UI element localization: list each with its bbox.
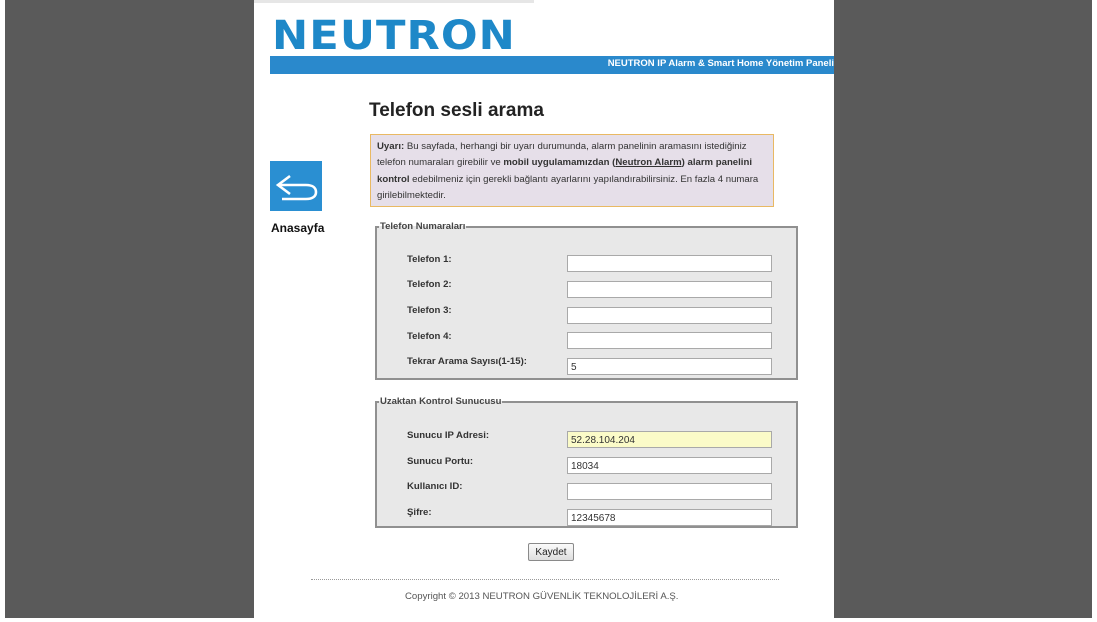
warning-box: Uyarı: Bu sayfada, herhangi bir uyarı du…	[370, 134, 774, 207]
password-label: Şifre:	[407, 507, 432, 518]
server-ip-label: Sunucu IP Adresi:	[407, 430, 490, 441]
user-id-input[interactable]	[567, 483, 772, 500]
phone-1-label: Telefon 1:	[407, 254, 452, 265]
save-button[interactable]: Kaydet	[528, 543, 574, 561]
header-banner: NEUTRON IP Alarm & Smart Home Yönetim Pa…	[270, 56, 834, 74]
phone-numbers-legend: Telefon Numaraları	[380, 221, 466, 232]
phone-numbers-fieldset: Telefon Numaraları Telefon 1: Telefon 2:…	[375, 221, 798, 380]
right-background-panel	[834, 0, 1092, 618]
remote-server-legend: Uzaktan Kontrol Sunucusu	[380, 396, 502, 407]
home-link-label[interactable]: Anasayfa	[271, 221, 324, 235]
phone-2-label: Telefon 2:	[407, 279, 452, 290]
redial-count-label: Tekrar Arama Sayısı(1-15):	[407, 356, 527, 367]
left-background-panel	[5, 0, 254, 618]
warning-label: Uyarı:	[377, 141, 405, 152]
warning-text-2: edebilmeniz için gerekli bağlantı ayarla…	[377, 173, 759, 202]
bottom-strip	[0, 618, 1097, 622]
page-container: NEUTRON NEUTRON IP Alarm & Smart Home Yö…	[254, 0, 834, 618]
return-arrow-icon[interactable]	[270, 161, 322, 211]
phone-4-label: Telefon 4:	[407, 331, 452, 342]
top-bar	[254, 0, 534, 3]
server-port-input[interactable]	[567, 457, 772, 474]
copyright-text: Copyright © 2013 NEUTRON GÜVENLİK TEKNOL…	[405, 591, 679, 602]
phone-2-input[interactable]	[567, 281, 772, 298]
phone-1-input[interactable]	[567, 255, 772, 272]
warning-bold-1: mobil uygulamamızdan (	[503, 157, 616, 169]
remote-server-fieldset: Uzaktan Kontrol Sunucusu Sunucu IP Adres…	[375, 396, 798, 528]
banner-title: NEUTRON IP Alarm & Smart Home Yönetim Pa…	[607, 58, 834, 69]
phone-3-input[interactable]	[567, 307, 772, 324]
neutron-alarm-link[interactable]: Neutron Alarm	[615, 157, 681, 168]
return-arrow-svg	[275, 174, 318, 201]
phone-4-input[interactable]	[567, 332, 772, 349]
neutron-logo: NEUTRON	[272, 13, 516, 59]
footer-divider	[311, 579, 779, 580]
phone-3-label: Telefon 3:	[407, 305, 452, 316]
user-id-label: Kullanıcı ID:	[407, 481, 463, 492]
server-ip-input[interactable]	[567, 431, 772, 448]
server-port-label: Sunucu Portu:	[407, 456, 474, 467]
password-input[interactable]	[567, 509, 772, 526]
redial-count-input[interactable]	[567, 358, 772, 375]
page-title: Telefon sesli arama	[369, 100, 544, 121]
